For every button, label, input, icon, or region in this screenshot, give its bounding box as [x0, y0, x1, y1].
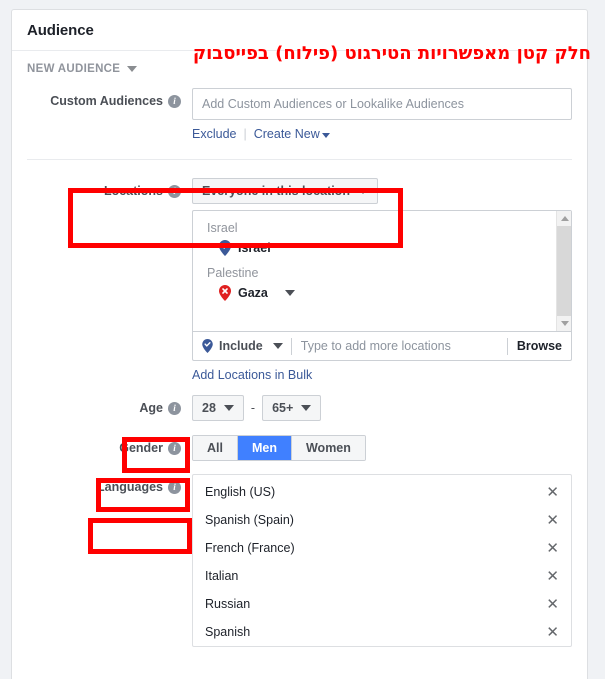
close-icon[interactable]: ✕	[546, 512, 559, 528]
custom-audiences-label: Custom Audiences	[50, 94, 163, 108]
language-name: French (France)	[205, 541, 295, 555]
locations-field-group: Everyone in this location Israel Israel …	[192, 178, 572, 382]
gender-label-wrap: Gender i	[12, 435, 192, 461]
gender-option-women[interactable]: Women	[291, 436, 365, 460]
location-item[interactable]: Gaza	[193, 282, 571, 304]
location-group-label: Israel	[207, 221, 238, 235]
audience-panel: Audience NEW AUDIENCE Custom Audiences i…	[11, 9, 588, 679]
language-name: Russian	[205, 597, 251, 611]
custom-audiences-row: Custom Audiences i Add Custom Audiences …	[12, 75, 587, 141]
info-icon[interactable]: i	[168, 441, 181, 455]
close-icon[interactable]: ✕	[546, 624, 559, 640]
age-range-separator: -	[250, 401, 256, 415]
add-locations-bulk-link[interactable]: Add Locations in Bulk	[192, 361, 572, 382]
browse-button[interactable]: Browse	[508, 339, 571, 353]
locations-label-wrap: Locations i	[12, 178, 192, 204]
map-pin-check-icon	[202, 339, 213, 353]
scroll-up-arrow-icon[interactable]	[557, 211, 571, 226]
language-name: Spanish (Spain)	[205, 513, 294, 527]
list-item[interactable]: French (France) ✕	[193, 534, 571, 562]
locations-label: Locations	[103, 184, 163, 198]
annotation-hebrew-text: חלק קטן מאפשרויות הטירגוט (פילוח) בפייסב…	[192, 43, 591, 64]
chevron-down-icon	[357, 188, 368, 194]
map-pin-x-icon	[219, 285, 231, 301]
location-mode-value: Everyone in this location	[202, 184, 350, 198]
custom-audiences-label-wrap: Custom Audiences i	[12, 88, 192, 114]
custom-audiences-links: Exclude | Create New	[192, 120, 572, 141]
list-item[interactable]: Italian ✕	[193, 562, 571, 590]
chevron-down-icon	[272, 343, 283, 349]
age-max-dropdown[interactable]: 65+	[262, 395, 322, 421]
locations-scroll-area: Israel Israel Palestine Gaza	[193, 211, 571, 331]
info-icon[interactable]: i	[168, 94, 181, 108]
exclude-link[interactable]: Exclude	[192, 127, 236, 141]
scrollbar[interactable]	[556, 211, 571, 331]
languages-label: Languages	[97, 480, 163, 494]
info-icon[interactable]: i	[168, 480, 181, 494]
language-name: Italian	[205, 569, 239, 583]
locations-items: Israel Israel Palestine Gaza	[193, 211, 571, 304]
scroll-down-arrow-icon[interactable]	[557, 316, 571, 331]
location-group-label: Palestine	[207, 266, 259, 280]
location-item-name: Gaza	[238, 286, 268, 300]
location-mode-dropdown[interactable]: Everyone in this location	[192, 178, 378, 204]
create-new-link[interactable]: Create New	[254, 127, 330, 141]
chevron-down-icon	[321, 133, 330, 138]
custom-audiences-input[interactable]: Add Custom Audiences or Lookalike Audien…	[192, 88, 572, 120]
add-locations-input[interactable]: Type to add more locations	[292, 339, 507, 353]
scrollbar-thumb[interactable]	[557, 226, 571, 316]
list-item[interactable]: English (US) ✕	[193, 478, 571, 506]
list-item[interactable]: Spanish (Spain) ✕	[193, 506, 571, 534]
info-icon[interactable]: i	[168, 401, 181, 415]
languages-row: Languages i English (US) ✕ Spanish (Spai…	[12, 461, 587, 647]
age-min-dropdown[interactable]: 28	[192, 395, 244, 421]
close-icon[interactable]: ✕	[546, 540, 559, 556]
gender-option-all[interactable]: All	[193, 436, 238, 460]
language-name: Spanish	[205, 625, 251, 639]
custom-audiences-placeholder: Add Custom Audiences or Lookalike Audien…	[202, 97, 464, 111]
close-icon[interactable]: ✕	[546, 596, 559, 612]
include-mode-dropdown[interactable]: Include	[193, 339, 291, 353]
audience-selector-label: NEW AUDIENCE	[27, 63, 121, 75]
age-label: Age	[139, 401, 163, 415]
list-item[interactable]: Russian ✕	[193, 590, 571, 618]
location-item-name: Israel	[238, 241, 271, 255]
locations-list-box: Israel Israel Palestine Gaza Include Typ…	[192, 210, 572, 361]
include-mode-label: Include	[219, 339, 263, 353]
locations-footer: Include Type to add more locations Brows…	[193, 331, 571, 360]
location-item[interactable]: Israel	[193, 237, 571, 259]
info-icon[interactable]: i	[168, 184, 181, 198]
gender-label: Gender	[119, 441, 163, 455]
age-max-value: 65+	[272, 401, 294, 415]
languages-list-box: English (US) ✕ Spanish (Spain) ✕ French …	[192, 474, 572, 647]
gender-option-men[interactable]: Men	[237, 436, 292, 460]
screenshot-root: Audience NEW AUDIENCE Custom Audiences i…	[0, 0, 605, 679]
age-field-group: 28 - 65+	[192, 395, 322, 421]
chevron-down-icon	[127, 66, 138, 72]
chevron-down-icon[interactable]	[284, 290, 295, 296]
age-label-wrap: Age i	[12, 395, 192, 421]
list-item[interactable]: Spanish ✕	[193, 618, 571, 646]
gender-row: Gender i All Men Women	[12, 421, 587, 461]
link-separator: |	[243, 127, 247, 141]
language-name: English (US)	[205, 485, 276, 499]
chevron-down-icon	[301, 405, 312, 411]
locations-row: Locations i Everyone in this location Is…	[12, 160, 587, 382]
close-icon[interactable]: ✕	[546, 484, 559, 500]
gender-segmented-control: All Men Women	[192, 435, 366, 461]
age-row: Age i 28 - 65+	[12, 382, 587, 421]
chevron-down-icon	[223, 405, 234, 411]
close-icon[interactable]: ✕	[546, 568, 559, 584]
age-min-value: 28	[202, 401, 216, 415]
languages-label-wrap: Languages i	[12, 474, 192, 500]
custom-audiences-field-group: Add Custom Audiences or Lookalike Audien…	[192, 88, 572, 141]
map-pin-check-icon	[219, 240, 231, 256]
